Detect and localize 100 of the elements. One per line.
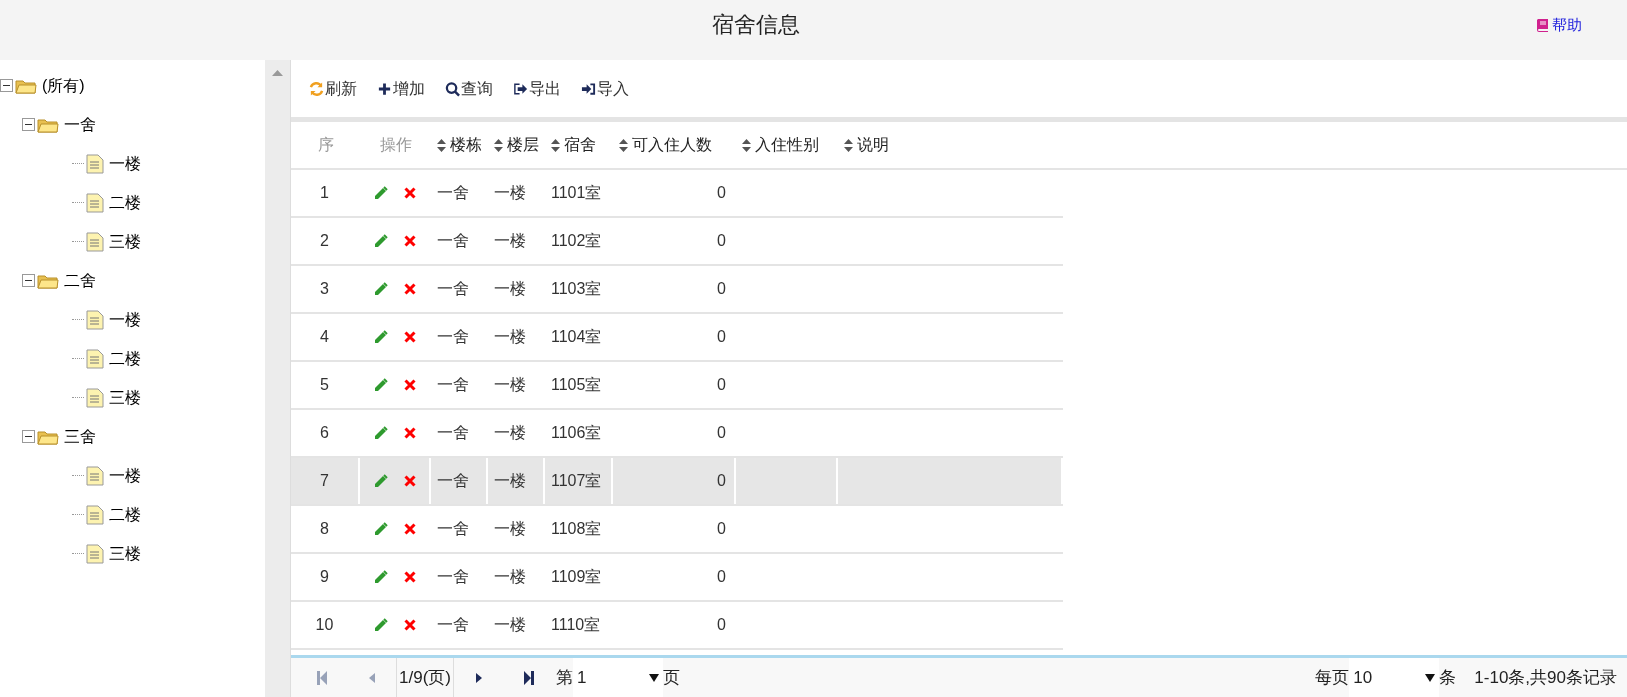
delete-icon[interactable] — [404, 379, 416, 391]
expander-icon[interactable] — [0, 79, 13, 92]
edit-icon[interactable] — [373, 233, 388, 249]
column-header[interactable]: 说明 — [857, 133, 889, 157]
table-cell-text: 一舍 — [437, 567, 469, 587]
table-cell-text: 1104室 — [551, 327, 602, 347]
column-header[interactable]: 楼栋 — [450, 133, 482, 157]
table-cell-text: 一楼 — [494, 423, 526, 443]
edit-icon[interactable] — [373, 521, 388, 537]
table-cell-text: 一舍 — [437, 615, 469, 635]
page-title: 宿舍信息 — [712, 11, 800, 39]
table-cell-text: 0 — [717, 327, 726, 347]
tree-item[interactable]: 一舍 — [63, 112, 97, 137]
sort-icon[interactable] — [619, 138, 628, 152]
tree-item[interactable]: 一楼 — [108, 151, 142, 176]
column-header[interactable]: 可入住人数 — [632, 133, 712, 157]
tree-item[interactable]: 一楼 — [108, 307, 142, 332]
delete-icon[interactable] — [404, 331, 416, 343]
document-icon — [86, 387, 104, 408]
record-summary: 1-10条,共90条记录 — [1474, 666, 1617, 689]
delete-icon[interactable] — [404, 187, 416, 199]
table-cell-text: 一舍 — [437, 375, 469, 395]
sort-icon[interactable] — [551, 138, 560, 152]
folder-icon — [37, 272, 59, 289]
table-cell-text: 一楼 — [494, 615, 526, 635]
next-page-icon — [475, 672, 482, 683]
tree-item[interactable]: 一楼 — [108, 463, 142, 488]
edit-icon[interactable] — [373, 329, 388, 345]
scroll-up-icon[interactable] — [272, 70, 283, 76]
page-select[interactable]: 1 — [572, 658, 663, 697]
last-page-icon — [523, 670, 534, 685]
delete-icon[interactable] — [404, 283, 416, 295]
refresh-icon — [309, 80, 324, 97]
delete-icon[interactable] — [404, 619, 416, 631]
edit-icon[interactable] — [373, 617, 388, 633]
dropdown-icon — [1425, 673, 1436, 682]
tree-item[interactable]: (所有) — [41, 73, 86, 98]
toolbar-button[interactable]: 增加 — [377, 76, 425, 101]
sort-icon[interactable] — [437, 138, 446, 152]
delete-icon[interactable] — [404, 427, 416, 439]
table-cell-text: 10 — [315, 615, 334, 635]
toolbar-button[interactable]: 查询 — [445, 76, 493, 101]
toolbar-button[interactable]: 导出 — [513, 76, 561, 101]
help-link[interactable]: 帮助 — [1536, 14, 1582, 37]
folder-icon — [37, 116, 59, 133]
expander-icon[interactable] — [22, 118, 35, 131]
table-cell-text: 7 — [320, 471, 329, 491]
edit-icon[interactable] — [373, 281, 388, 297]
tree-item[interactable]: 二楼 — [108, 190, 142, 215]
toolbar-button[interactable]: 刷新 — [309, 76, 357, 101]
table-cell-text: 1110室 — [551, 615, 601, 635]
tree-item[interactable]: 二楼 — [108, 502, 142, 527]
edit-icon[interactable] — [373, 425, 388, 441]
document-icon — [86, 192, 104, 213]
table-cell-text: 1 — [320, 183, 329, 203]
tree-item[interactable]: 三楼 — [108, 541, 142, 566]
table-cell-text: 1109室 — [551, 567, 602, 587]
sort-icon[interactable] — [494, 138, 503, 152]
dropdown-icon — [648, 673, 659, 682]
edit-icon[interactable] — [373, 185, 388, 201]
column-header[interactable]: 入住性别 — [755, 133, 819, 157]
table-row[interactable]: 7 一舍 一楼 1107室 0 — [291, 458, 1063, 506]
column-header[interactable]: 楼层 — [507, 133, 539, 157]
edit-icon[interactable] — [373, 377, 388, 393]
page-size-label: 每页 — [1315, 666, 1350, 689]
document-icon — [86, 543, 104, 564]
previous-page-icon — [368, 672, 375, 683]
document-icon — [86, 348, 104, 369]
column-header[interactable]: 宿舍 — [564, 133, 596, 157]
expander-icon[interactable] — [22, 274, 35, 287]
delete-icon[interactable] — [404, 475, 416, 487]
tree-item[interactable]: 三舍 — [63, 424, 97, 449]
tree-item[interactable]: 二楼 — [108, 346, 142, 371]
table-cell-text: 1103室 — [551, 279, 602, 299]
table-cell-text: 0 — [717, 231, 726, 251]
table-cell-text: 0 — [717, 519, 726, 539]
table-cell-text: 一舍 — [437, 519, 469, 539]
sort-icon[interactable] — [844, 138, 853, 152]
table-cell-text: 一楼 — [494, 279, 526, 299]
tree-item[interactable]: 三楼 — [108, 229, 142, 254]
table-cell-text: 一舍 — [437, 183, 469, 203]
tree-item[interactable]: 三楼 — [108, 385, 142, 410]
table-cell-text: 1105室 — [551, 375, 602, 395]
table-cell-text: 一楼 — [494, 327, 526, 347]
table-cell-text: 9 — [320, 567, 329, 587]
tree-item[interactable]: 二舍 — [63, 268, 97, 293]
page-size-select[interactable]: 10 — [1349, 658, 1440, 697]
edit-icon[interactable] — [373, 569, 388, 585]
toolbar-button[interactable]: 导入 — [581, 76, 629, 101]
table-cell-text: 一楼 — [494, 519, 526, 539]
edit-icon[interactable] — [373, 473, 388, 489]
delete-icon[interactable] — [404, 571, 416, 583]
delete-icon[interactable] — [404, 523, 416, 535]
sort-icon[interactable] — [742, 138, 751, 152]
document-icon — [86, 153, 104, 174]
expander-icon[interactable] — [22, 430, 35, 443]
table-cell-text: 一舍 — [437, 327, 469, 347]
delete-icon[interactable] — [404, 235, 416, 247]
document-icon — [86, 231, 104, 252]
table-cell-text: 1108室 — [551, 519, 602, 539]
